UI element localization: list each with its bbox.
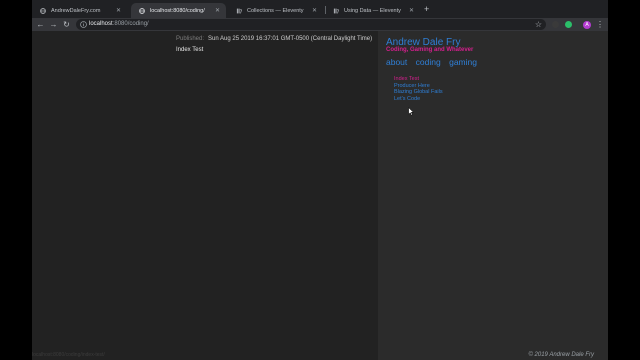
tab-localhost-coding[interactable]: localhost:8080/coding/ ✕ (131, 3, 226, 18)
tab-using-data-eleventy[interactable]: Using Data — Eleventy ✕ (325, 3, 420, 18)
reload-icon[interactable]: ↻ (62, 20, 71, 29)
back-icon[interactable]: ← (36, 20, 45, 29)
site-tagline: Coding, Gaming and Whatever (386, 47, 474, 53)
globe-icon (139, 7, 145, 14)
address-bar[interactable]: localhost:8080/coding/ ☆ (76, 19, 546, 30)
web-page: Published: Sun Aug 25 2019 16:37:01 GMT-0… (32, 31, 608, 360)
eleventy-icon (236, 8, 242, 14)
site-nav: about coding gaming (386, 57, 483, 67)
footer-copyright: © 2019 Andrew Dale Fry (528, 352, 594, 358)
published-line: Published: Sun Aug 25 2019 16:37:01 GMT-0… (176, 36, 372, 42)
close-icon[interactable]: ✕ (408, 7, 415, 14)
post-link[interactable]: Blazing Global Fails (394, 89, 443, 96)
menu-kebab-icon[interactable]: ⋮ (596, 19, 604, 30)
bookmark-star-icon[interactable]: ☆ (535, 19, 542, 30)
post-link[interactable]: Let's Code (394, 96, 443, 103)
forward-icon[interactable]: → (49, 20, 58, 29)
browser-toolbar: ← → ↻ localhost:8080/coding/ ☆ A ⋮ (32, 18, 608, 31)
tab-title: localhost:8080/coding/ (150, 7, 205, 14)
nav-link-gaming[interactable]: gaming (449, 57, 477, 67)
new-tab-button[interactable]: + (424, 4, 429, 14)
post-list: Index Test Producer Here Blazing Global … (394, 76, 443, 102)
extension-icon[interactable] (552, 21, 559, 28)
status-url: localhost:8080/coding/index-test/ (32, 352, 105, 358)
published-date: Sun Aug 25 2019 16:37:01 GMT-0500 (Centr… (208, 36, 373, 42)
tab-title: Using Data — Eleventy (344, 7, 401, 14)
close-icon[interactable]: ✕ (115, 7, 122, 14)
main-content: Published: Sun Aug 25 2019 16:37:01 GMT-0… (32, 31, 378, 360)
eleventy-icon (333, 8, 339, 14)
tab-title: Collections — Eleventy (247, 7, 304, 14)
tab-collections-eleventy[interactable]: Collections — Eleventy ✕ (228, 3, 323, 18)
article-body: Index Test (176, 47, 204, 53)
info-icon[interactable] (80, 21, 87, 28)
published-label: Published: (176, 36, 205, 42)
url-text: localhost:8080/coding/ (89, 20, 149, 29)
extension-green-icon[interactable] (565, 21, 572, 28)
nav-link-coding[interactable]: coding (416, 57, 441, 67)
close-icon[interactable]: ✕ (214, 7, 221, 14)
url-path: :8080/coding/ (112, 21, 149, 27)
avatar[interactable]: A (583, 21, 591, 29)
close-icon[interactable]: ✕ (311, 7, 318, 14)
tab-andrewdalefry[interactable]: AndrewDaleFry.com ✕ (32, 3, 127, 18)
browser-window: AndrewDaleFry.com ✕ localhost:8080/codin… (32, 0, 608, 360)
globe-icon (40, 7, 46, 14)
url-host: localhost (89, 21, 113, 27)
tab-strip: AndrewDaleFry.com ✕ localhost:8080/codin… (32, 0, 608, 18)
tab-title: AndrewDaleFry.com (51, 7, 101, 14)
nav-link-about[interactable]: about (386, 57, 407, 67)
mouse-cursor-icon (408, 107, 414, 116)
sidebar: Andrew Dale Fry Coding, Gaming and Whate… (378, 31, 608, 360)
